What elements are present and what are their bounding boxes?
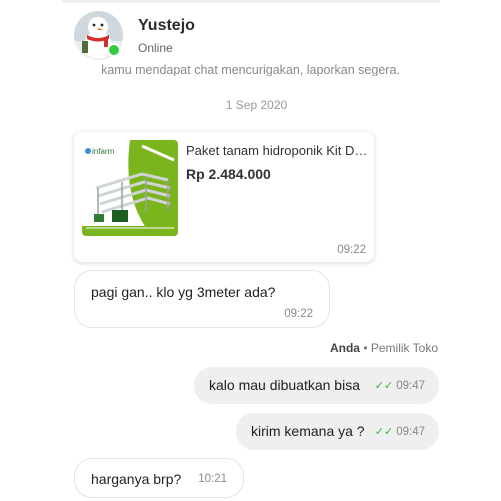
sender-name: Anda bbox=[329, 341, 360, 355]
message-status: ✓✓ 09:47 bbox=[375, 379, 425, 392]
product-title[interactable]: Paket tanam hidroponik Kit DF... bbox=[186, 143, 368, 158]
double-check-icon: ✓✓ bbox=[374, 380, 394, 392]
message-time: 09:22 bbox=[337, 244, 366, 256]
brand-logo-text: infarm bbox=[92, 147, 115, 156]
outgoing-message[interactable]: kirim kemana ya ? ✓✓ 09:47 bbox=[236, 413, 439, 450]
incoming-message[interactable]: harganya brp? 10:21 bbox=[74, 458, 244, 498]
hydroponic-kit-image: infarm bbox=[82, 140, 178, 236]
date-separator: 1 Sep 2020 bbox=[225, 98, 288, 112]
outgoing-message[interactable]: kalo mau dibuatkan bisa ✓✓ 09:47 bbox=[194, 367, 439, 404]
message-time: 09:22 bbox=[284, 308, 313, 320]
double-check-icon: ✓✓ bbox=[374, 426, 394, 438]
chat-header: Yustejo Online bbox=[0, 0, 501, 62]
suspicious-chat-warning: kamu mendapat chat mencurigakan, laporka… bbox=[101, 63, 400, 76]
message-status: ✓✓ 09:47 bbox=[375, 425, 425, 438]
message-time: 10:21 bbox=[198, 473, 227, 485]
product-card[interactable]: infarm Paket tanam hidroponik Kit DF... … bbox=[74, 132, 374, 262]
message-text: kirim kemana ya ? bbox=[251, 423, 365, 439]
message-text: harganya brp? bbox=[91, 471, 182, 487]
product-image[interactable]: infarm bbox=[82, 140, 178, 236]
contact-name[interactable]: Yustejo bbox=[138, 17, 195, 35]
message-text: kalo mau dibuatkan bisa bbox=[209, 377, 360, 393]
incoming-message[interactable]: pagi gan.. klo yg 3meter ada? 09:22 bbox=[74, 270, 330, 328]
product-price: Rp 2.484.000 bbox=[186, 166, 271, 182]
message-time: 09:47 bbox=[396, 426, 425, 438]
message-time: 09:47 bbox=[396, 380, 425, 392]
contact-status: Online bbox=[138, 41, 173, 55]
online-status-dot bbox=[107, 43, 121, 57]
sender-separator: • bbox=[363, 341, 368, 355]
sender-label: Anda • Pemilik Toko bbox=[330, 341, 438, 355]
sender-role: Pemilik Toko bbox=[370, 341, 438, 355]
message-text: pagi gan.. klo yg 3meter ada? bbox=[91, 284, 276, 300]
